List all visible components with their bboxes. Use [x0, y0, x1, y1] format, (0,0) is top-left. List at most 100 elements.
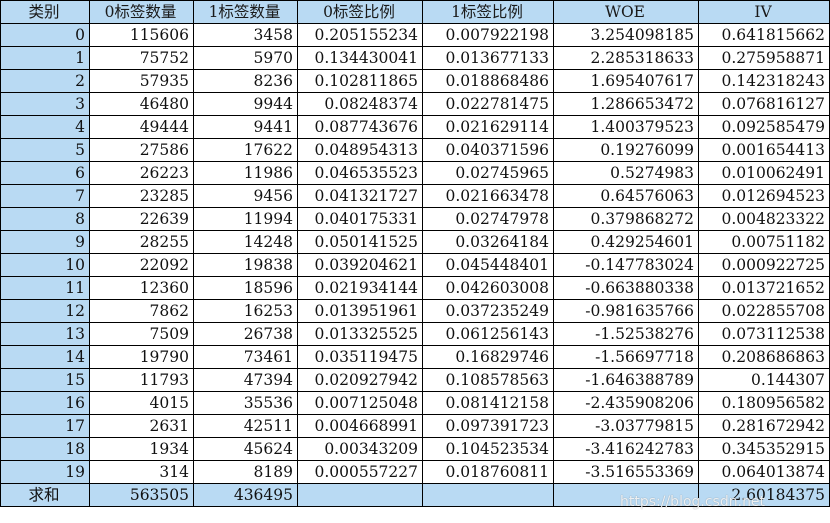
- label0-count-cell[interactable]: 19790: [89, 345, 194, 369]
- iv-cell[interactable]: 0.142318243: [698, 69, 830, 93]
- label0-ratio-cell[interactable]: 0.050141525: [297, 230, 423, 254]
- label1-ratio-cell[interactable]: 0.081412158: [422, 391, 554, 415]
- sum-empty-cell[interactable]: [553, 483, 699, 507]
- label0-count-cell[interactable]: 22639: [89, 207, 194, 231]
- label1-ratio-cell[interactable]: 0.03264184: [422, 230, 554, 254]
- woe-cell[interactable]: -0.981635766: [553, 299, 699, 323]
- sum-label1-count[interactable]: 436495: [193, 483, 298, 507]
- category-cell[interactable]: 17: [0, 414, 90, 438]
- iv-cell[interactable]: 0.001654413: [698, 138, 830, 162]
- iv-cell[interactable]: 0.076816127: [698, 92, 830, 116]
- label1-ratio-cell[interactable]: 0.018868486: [422, 69, 554, 93]
- label1-count-cell[interactable]: 42511: [193, 414, 298, 438]
- label1-ratio-cell[interactable]: 0.007922198: [422, 23, 554, 47]
- label1-ratio-cell[interactable]: 0.018760811: [422, 460, 554, 484]
- label1-ratio-cell[interactable]: 0.097391723: [422, 414, 554, 438]
- sum-label[interactable]: 求和: [0, 483, 90, 507]
- label1-ratio-cell[interactable]: 0.040371596: [422, 138, 554, 162]
- category-cell[interactable]: 14: [0, 345, 90, 369]
- label1-count-cell[interactable]: 35536: [193, 391, 298, 415]
- label0-count-cell[interactable]: 57935: [89, 69, 194, 93]
- woe-cell[interactable]: 1.286653472: [553, 92, 699, 116]
- category-cell[interactable]: 2: [0, 69, 90, 93]
- header-category[interactable]: 类别: [0, 0, 90, 24]
- category-cell[interactable]: 18: [0, 437, 90, 461]
- iv-cell[interactable]: 0.345352915: [698, 437, 830, 461]
- woe-cell[interactable]: -1.646388789: [553, 368, 699, 392]
- label1-count-cell[interactable]: 47394: [193, 368, 298, 392]
- label1-ratio-cell[interactable]: 0.02747978: [422, 207, 554, 231]
- label0-ratio-cell[interactable]: 0.048954313: [297, 138, 423, 162]
- iv-cell[interactable]: 0.064013874: [698, 460, 830, 484]
- label1-count-cell[interactable]: 9944: [193, 92, 298, 116]
- label1-count-cell[interactable]: 26738: [193, 322, 298, 346]
- category-cell[interactable]: 1: [0, 46, 90, 70]
- label1-count-cell[interactable]: 3458: [193, 23, 298, 47]
- label0-count-cell[interactable]: 7509: [89, 322, 194, 346]
- woe-cell[interactable]: 2.285318633: [553, 46, 699, 70]
- label0-ratio-cell[interactable]: 0.000557227: [297, 460, 423, 484]
- label0-count-cell[interactable]: 26223: [89, 161, 194, 185]
- iv-cell[interactable]: 0.180956582: [698, 391, 830, 415]
- label0-ratio-cell[interactable]: 0.035119475: [297, 345, 423, 369]
- iv-cell[interactable]: 0.013721652: [698, 276, 830, 300]
- label0-count-cell[interactable]: 115606: [89, 23, 194, 47]
- iv-cell[interactable]: 0.022855708: [698, 299, 830, 323]
- label0-ratio-cell[interactable]: 0.013325525: [297, 322, 423, 346]
- label0-count-cell[interactable]: 27586: [89, 138, 194, 162]
- category-cell[interactable]: 13: [0, 322, 90, 346]
- label1-count-cell[interactable]: 14248: [193, 230, 298, 254]
- iv-cell[interactable]: 0.000922725: [698, 253, 830, 277]
- woe-cell[interactable]: -2.435908206: [553, 391, 699, 415]
- label0-count-cell[interactable]: 314: [89, 460, 194, 484]
- label0-count-cell[interactable]: 75752: [89, 46, 194, 70]
- woe-cell[interactable]: -3.516553369: [553, 460, 699, 484]
- header-woe[interactable]: WOE: [553, 0, 699, 24]
- category-cell[interactable]: 12: [0, 299, 90, 323]
- header-label0-ratio[interactable]: 0标签比例: [297, 0, 423, 24]
- label0-count-cell[interactable]: 23285: [89, 184, 194, 208]
- iv-cell[interactable]: 0.00751182: [698, 230, 830, 254]
- label0-ratio-cell[interactable]: 0.08248374: [297, 92, 423, 116]
- category-cell[interactable]: 3: [0, 92, 90, 116]
- woe-cell[interactable]: -1.56697718: [553, 345, 699, 369]
- label1-count-cell[interactable]: 11986: [193, 161, 298, 185]
- sum-empty-cell[interactable]: [422, 483, 554, 507]
- woe-cell[interactable]: 0.429254601: [553, 230, 699, 254]
- label0-count-cell[interactable]: 49444: [89, 115, 194, 139]
- header-label1-count[interactable]: 1标签数量: [193, 0, 298, 24]
- woe-cell[interactable]: 0.19276099: [553, 138, 699, 162]
- label0-ratio-cell[interactable]: 0.040175331: [297, 207, 423, 231]
- category-cell[interactable]: 10: [0, 253, 90, 277]
- woe-cell[interactable]: -3.03779815: [553, 414, 699, 438]
- label0-ratio-cell[interactable]: 0.020927942: [297, 368, 423, 392]
- label0-ratio-cell[interactable]: 0.013951961: [297, 299, 423, 323]
- label0-count-cell[interactable]: 4015: [89, 391, 194, 415]
- label0-ratio-cell[interactable]: 0.00343209: [297, 437, 423, 461]
- iv-cell[interactable]: 0.004823322: [698, 207, 830, 231]
- label1-ratio-cell[interactable]: 0.037235249: [422, 299, 554, 323]
- iv-cell[interactable]: 0.281672942: [698, 414, 830, 438]
- label0-count-cell[interactable]: 2631: [89, 414, 194, 438]
- iv-cell[interactable]: 0.275958871: [698, 46, 830, 70]
- category-cell[interactable]: 6: [0, 161, 90, 185]
- iv-cell[interactable]: 0.208686863: [698, 345, 830, 369]
- label0-ratio-cell[interactable]: 0.102811865: [297, 69, 423, 93]
- label0-ratio-cell[interactable]: 0.087743676: [297, 115, 423, 139]
- woe-cell[interactable]: 0.379868272: [553, 207, 699, 231]
- woe-cell[interactable]: -0.663880338: [553, 276, 699, 300]
- label1-count-cell[interactable]: 11994: [193, 207, 298, 231]
- label1-ratio-cell[interactable]: 0.061256143: [422, 322, 554, 346]
- iv-cell[interactable]: 0.012694523: [698, 184, 830, 208]
- label1-ratio-cell[interactable]: 0.108578563: [422, 368, 554, 392]
- woe-cell[interactable]: 0.5274983: [553, 161, 699, 185]
- label1-ratio-cell[interactable]: 0.042603008: [422, 276, 554, 300]
- category-cell[interactable]: 5: [0, 138, 90, 162]
- woe-cell[interactable]: -3.416242783: [553, 437, 699, 461]
- sum-empty-cell[interactable]: [297, 483, 423, 507]
- category-cell[interactable]: 19: [0, 460, 90, 484]
- label1-count-cell[interactable]: 45624: [193, 437, 298, 461]
- label1-count-cell[interactable]: 8236: [193, 69, 298, 93]
- label0-ratio-cell[interactable]: 0.134430041: [297, 46, 423, 70]
- label0-ratio-cell[interactable]: 0.004668991: [297, 414, 423, 438]
